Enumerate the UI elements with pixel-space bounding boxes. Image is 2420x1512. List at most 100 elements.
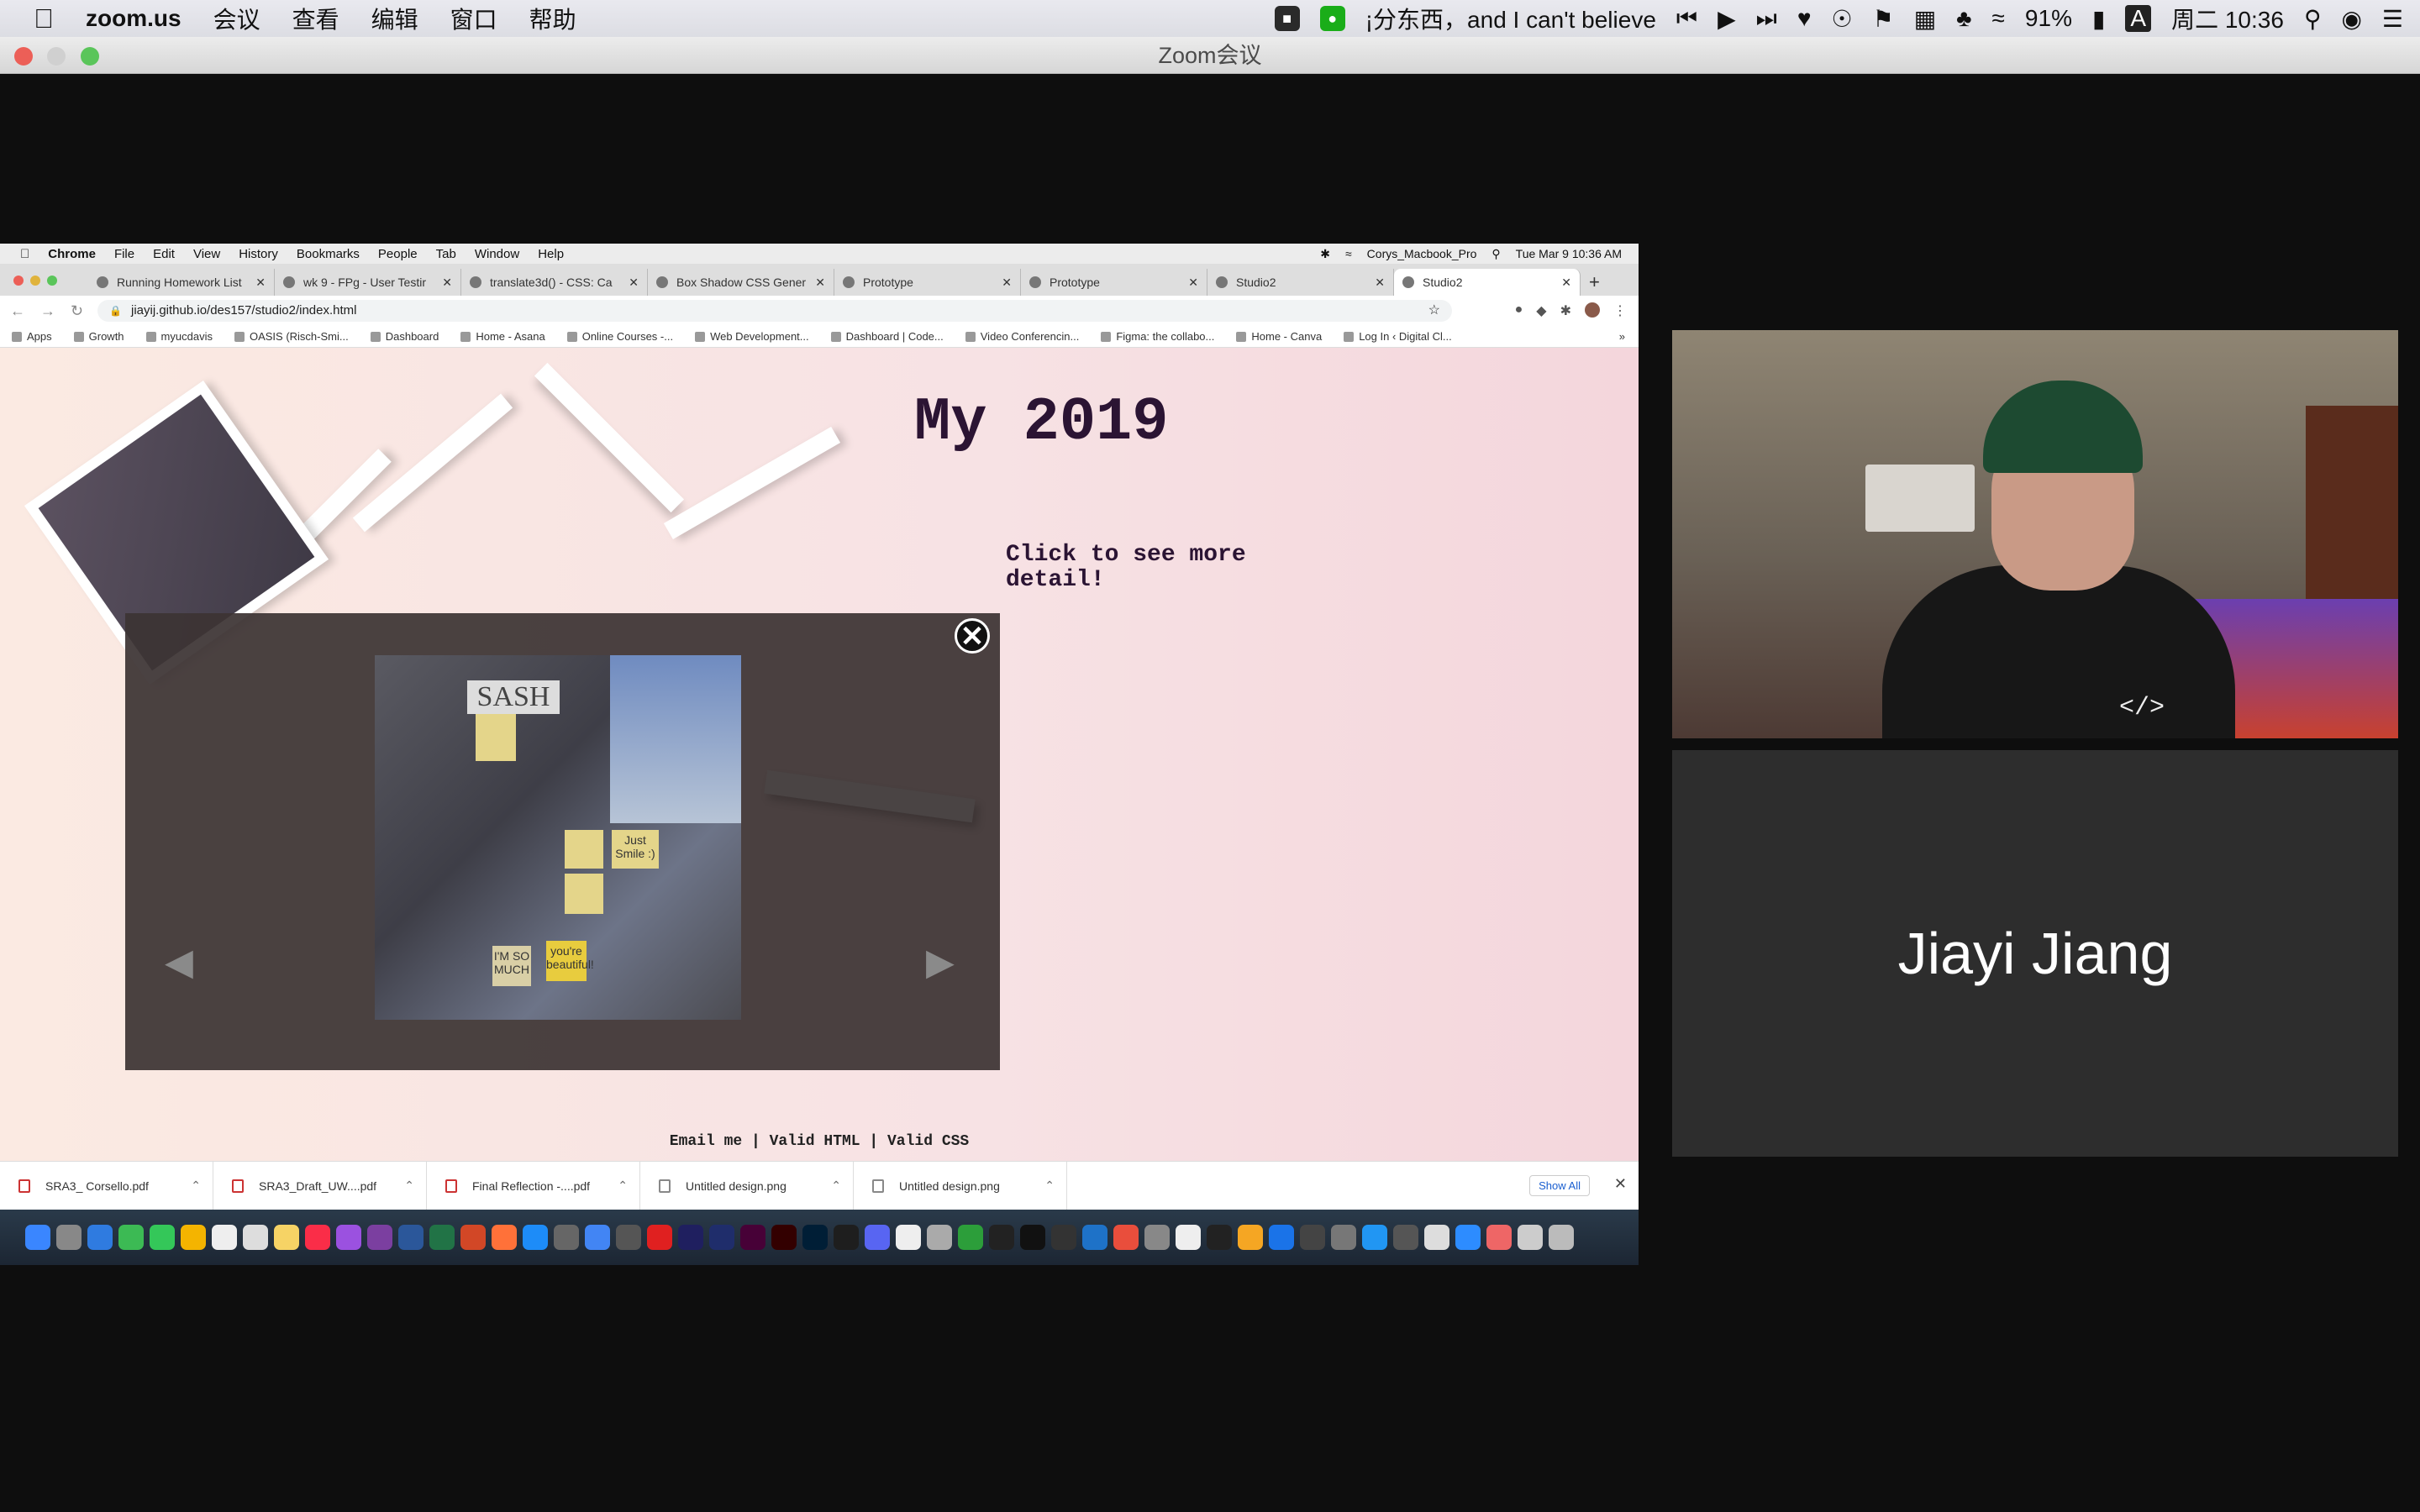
tab-close-icon[interactable]: ✕ (1188, 276, 1198, 290)
page-footer[interactable]: Email me | Valid HTML | Valid CSS (0, 1133, 1639, 1150)
extension-icon[interactable]: ● (1515, 302, 1523, 319)
computer-name[interactable]: Corys_Macbook_Pro (1367, 247, 1477, 260)
battery-icon[interactable]: ▮ (2092, 5, 2105, 33)
zoom-window-button[interactable] (81, 47, 99, 66)
utility-icon[interactable] (1113, 1225, 1139, 1250)
browser-tab-active[interactable]: Studio2 ✕ (1394, 269, 1581, 296)
word-icon[interactable] (398, 1225, 424, 1250)
terminal-icon[interactable] (1051, 1225, 1076, 1250)
show-all-button[interactable]: Show All (1529, 1175, 1590, 1196)
spotlight-search-icon[interactable]: ⚲ (2304, 5, 2322, 33)
close-window-button[interactable] (14, 47, 33, 66)
tab-close-icon[interactable]: ✕ (1561, 276, 1571, 290)
next-track-icon[interactable]: ⏭ (1756, 5, 1777, 33)
url-bar[interactable]: 🔒 jiayij.github.io/des157/studio2/index.… (97, 300, 1452, 322)
chevron-up-icon[interactable]: ⌃ (1044, 1179, 1055, 1193)
wifi-icon[interactable]: ≈ (1345, 247, 1352, 260)
chevron-up-icon[interactable]: ⌃ (404, 1179, 414, 1193)
input-method-indicator[interactable]: A (2125, 5, 2152, 32)
tab-close-icon[interactable]: ✕ (629, 276, 639, 290)
forward-icon[interactable]: → (40, 302, 55, 320)
next-arrow-icon[interactable]: ▶ (926, 941, 955, 984)
utility-icon[interactable] (958, 1225, 983, 1250)
finder-icon[interactable] (25, 1225, 50, 1250)
chrome-menu-app[interactable]: Chrome (48, 247, 96, 261)
download-item[interactable]: Untitled design.png ⌃ (640, 1161, 854, 1210)
tab-close-icon[interactable]: ✕ (442, 276, 452, 290)
bookmark-item[interactable]: Apps (12, 330, 52, 343)
activity-monitor-icon[interactable] (1207, 1225, 1232, 1250)
search-icon[interactable]: ⚲ (1491, 247, 1500, 261)
excel-icon[interactable] (429, 1225, 455, 1250)
bookmark-item[interactable]: Web Development... (695, 330, 809, 343)
chevron-up-icon[interactable]: ⌃ (831, 1179, 841, 1193)
more-menu-icon[interactable]: ⋮ (1613, 302, 1627, 319)
chrome-menu-bookmarks[interactable]: Bookmarks (297, 247, 360, 261)
bluetooth-icon[interactable]: ✱ (1320, 247, 1330, 261)
music-icon[interactable] (305, 1225, 330, 1250)
bookmark-item[interactable]: Dashboard | Code... (830, 330, 944, 343)
tab-close-icon[interactable]: ✕ (815, 276, 825, 290)
utility-icon[interactable] (1486, 1225, 1512, 1250)
participant-video[interactable]: </> (1672, 330, 2398, 738)
system-preferences-icon[interactable] (554, 1225, 579, 1250)
browser-tab[interactable]: Running Homework List ✕ (88, 269, 275, 296)
documents-icon[interactable] (1518, 1225, 1543, 1250)
menubar-clock[interactable]: 周二 10:36 (2171, 2, 2284, 35)
app-menu[interactable]: zoom.us (86, 5, 182, 32)
utility-icon[interactable] (1424, 1225, 1449, 1250)
lightbox-close-button[interactable]: ✕ (955, 618, 990, 654)
browser-tab[interactable]: Prototype ✕ (1021, 269, 1207, 296)
wifi-icon[interactable]: ≈ (1992, 5, 2005, 32)
browser-tab[interactable]: Studio2 ✕ (1207, 269, 1394, 296)
play-icon[interactable]: ▶ (1718, 5, 1736, 33)
launchpad-icon[interactable] (56, 1225, 82, 1250)
vscode-icon[interactable] (1082, 1225, 1107, 1250)
facetime-icon[interactable] (118, 1225, 144, 1250)
bookmark-item[interactable]: Growth (73, 330, 124, 343)
browser-zoom-button[interactable] (47, 276, 57, 286)
bookmark-item[interactable]: Online Courses -... (566, 330, 673, 343)
chevron-up-icon[interactable]: ⌃ (618, 1179, 628, 1193)
menu-window[interactable]: 窗口 (450, 2, 497, 35)
download-item[interactable]: SRA3_Draft_UW....pdf ⌃ (213, 1161, 427, 1210)
sync-icon[interactable]: ☉ (1831, 5, 1852, 33)
browser-close-button[interactable] (13, 276, 24, 286)
tab-close-icon[interactable]: ✕ (255, 276, 266, 290)
layout-icon[interactable]: ▦ (1914, 5, 1936, 33)
after-effects-icon[interactable] (709, 1225, 734, 1250)
safari-icon[interactable] (87, 1225, 113, 1250)
close-icon[interactable]: ✕ (1614, 1175, 1627, 1193)
download-item[interactable]: Untitled design.png ⌃ (854, 1161, 1067, 1210)
wechat-icon[interactable]: ● (1319, 6, 1345, 31)
bookmark-item[interactable]: Home - Canva (1236, 330, 1322, 343)
discord-icon[interactable] (865, 1225, 890, 1250)
menu-edit[interactable]: 编辑 (371, 2, 418, 35)
heart-icon[interactable]: ♥ (1797, 5, 1812, 32)
chrome-menu-file[interactable]: File (114, 247, 134, 261)
bookmark-item[interactable]: Home - Asana (460, 330, 545, 343)
help-icon[interactable] (616, 1225, 641, 1250)
back-icon[interactable]: ← (10, 302, 25, 320)
chrome-menu-help[interactable]: Help (538, 247, 564, 261)
bookmark-star-icon[interactable]: ☆ (1428, 300, 1440, 322)
notification-bell-icon[interactable]: ⚑ (1873, 5, 1894, 33)
control-center-icon[interactable]: ☰ (2382, 5, 2403, 33)
chrome-menu-tab[interactable]: Tab (436, 247, 456, 261)
previous-track-icon[interactable]: ⏮ (1676, 5, 1697, 33)
notes-icon[interactable] (274, 1225, 299, 1250)
photos-icon[interactable] (181, 1225, 206, 1250)
zoom-icon[interactable]: ■ (1274, 6, 1300, 31)
illustrator-icon[interactable] (771, 1225, 797, 1250)
messages-icon[interactable] (150, 1225, 175, 1250)
photoshop-icon[interactable] (802, 1225, 828, 1250)
puzzle-extensions-icon[interactable]: ✱ (1560, 302, 1571, 319)
chrome-icon[interactable] (585, 1225, 610, 1250)
terminal-icon[interactable] (1020, 1225, 1045, 1250)
utility-icon[interactable] (1300, 1225, 1325, 1250)
participant-name-tile[interactable]: Jiayi Jiang (1672, 750, 2398, 1157)
battery-percent[interactable]: 91% (2025, 5, 2072, 32)
apple-icon[interactable]:  (20, 247, 29, 261)
chrome-menu-window[interactable]: Window (475, 247, 519, 261)
minimize-window-button[interactable] (47, 47, 66, 66)
